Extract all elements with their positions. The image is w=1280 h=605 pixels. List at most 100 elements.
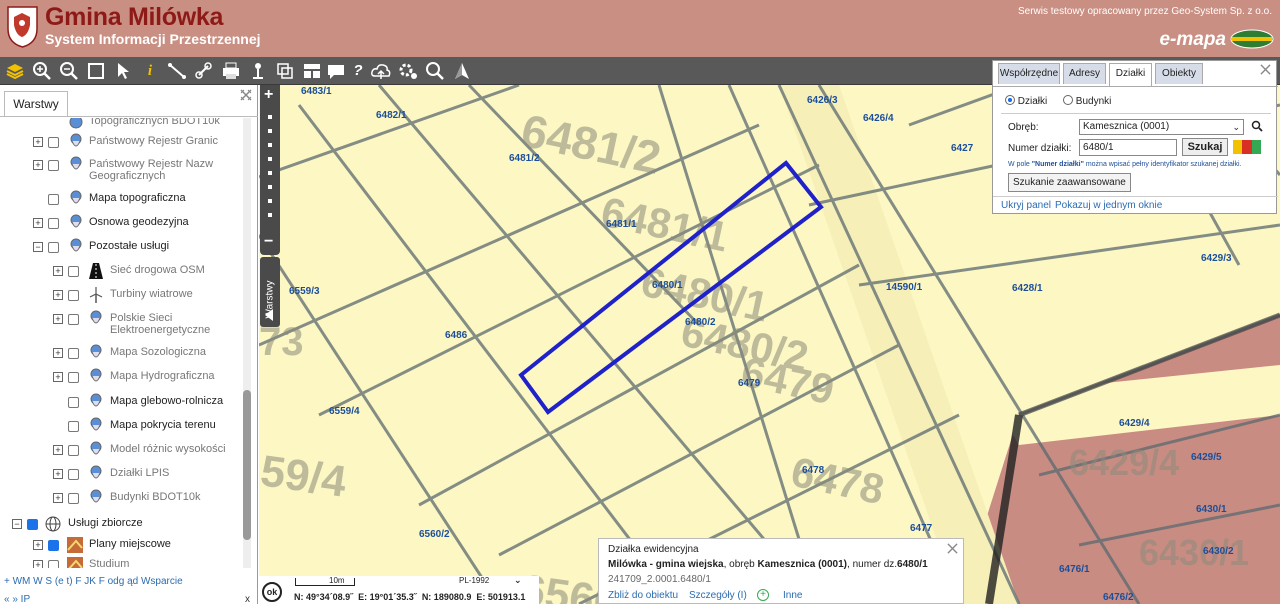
zoom-in-icon[interactable] bbox=[31, 60, 53, 82]
expand-icon[interactable]: + bbox=[53, 469, 63, 479]
expand-icon[interactable]: + bbox=[33, 218, 43, 228]
chevron-down-icon[interactable]: ⌄ bbox=[514, 575, 522, 586]
layer-checkbox[interactable] bbox=[68, 421, 79, 432]
copy-icon[interactable] bbox=[274, 60, 296, 82]
collapse-icon[interactable]: − bbox=[33, 242, 43, 252]
expand-icon[interactable]: + bbox=[33, 137, 43, 147]
expand-icon[interactable]: + bbox=[33, 560, 43, 568]
layer-checkbox[interactable] bbox=[68, 372, 79, 383]
layers-vertical-tab[interactable]: Warstwy bbox=[260, 257, 280, 327]
layer-row[interactable]: − Pozostałe usługi bbox=[0, 238, 244, 259]
hide-panel-link[interactable]: Ukryj panel bbox=[1001, 200, 1051, 211]
measure-distance-icon[interactable] bbox=[166, 60, 188, 82]
layer-checkbox[interactable] bbox=[68, 314, 79, 325]
layer-row[interactable]: + Budynki BDOT10k bbox=[0, 489, 244, 510]
layer-checkbox[interactable] bbox=[48, 218, 59, 229]
zoom-plus-icon[interactable]: + bbox=[264, 86, 273, 104]
north-icon[interactable] bbox=[451, 60, 473, 82]
layer-checkbox-checked[interactable] bbox=[27, 519, 38, 530]
search-map-icon[interactable] bbox=[424, 60, 446, 82]
close-sidebar-icon[interactable] bbox=[240, 89, 252, 104]
expand-icon[interactable]: + bbox=[33, 540, 43, 550]
tab-addresses[interactable]: Adresy bbox=[1063, 63, 1106, 84]
layer-row[interactable]: Topograficznych BDOT10k bbox=[0, 118, 244, 134]
layer-checkbox[interactable] bbox=[68, 348, 79, 359]
layer-row[interactable]: + Działki LPIS bbox=[0, 465, 244, 486]
single-window-link[interactable]: Pokazuj w jednym oknie bbox=[1055, 200, 1162, 211]
layer-checkbox[interactable] bbox=[68, 445, 79, 456]
expand-icon[interactable]: + bbox=[53, 372, 63, 382]
layer-checkbox[interactable] bbox=[68, 397, 79, 408]
layer-row[interactable]: + Plany miejscowe bbox=[0, 537, 244, 557]
layer-checkbox[interactable] bbox=[68, 469, 79, 480]
collapse-icon[interactable]: − bbox=[12, 519, 22, 529]
cloud-upload-icon[interactable] bbox=[370, 60, 392, 82]
layer-row[interactable]: − Usługi zbiorcze bbox=[0, 516, 244, 536]
radio-icon-selected[interactable] bbox=[1005, 95, 1015, 105]
tab-coordinates[interactable]: Współrzędne bbox=[998, 63, 1060, 84]
search-icon[interactable] bbox=[1251, 120, 1263, 135]
sidebar-bottom-links[interactable]: + WM W S (e t) F JK F odg ąd Wsparcie bbox=[4, 576, 254, 587]
layer-checkbox[interactable] bbox=[48, 160, 59, 171]
layer-row[interactable]: + Model różnic wysokości bbox=[0, 441, 244, 462]
expand-icon[interactable]: + bbox=[33, 160, 43, 170]
layer-checkbox[interactable] bbox=[68, 290, 79, 301]
layer-row[interactable]: + Sieć drogowa OSM bbox=[0, 263, 244, 283]
comment-icon[interactable] bbox=[325, 60, 347, 82]
zoom-ticks[interactable] bbox=[268, 115, 272, 225]
layer-row[interactable]: Mapa topograficzna bbox=[0, 190, 244, 211]
advanced-search-button[interactable]: Szukanie zaawansowane bbox=[1008, 173, 1131, 192]
close-info-icon[interactable] bbox=[947, 543, 958, 557]
help-icon[interactable]: ? bbox=[347, 60, 369, 82]
expand-icon[interactable]: + bbox=[53, 266, 63, 276]
layer-row[interactable]: + Polskie Sieci Elektroenergetyczne bbox=[0, 310, 244, 339]
tab-parcels[interactable]: Działki bbox=[1109, 63, 1152, 86]
search-button[interactable]: Szukaj bbox=[1182, 138, 1228, 156]
layer-checkbox[interactable] bbox=[68, 493, 79, 504]
layer-row[interactable]: + Państwowy Rejestr Nazw Geograficznych bbox=[0, 156, 244, 185]
color-picker-icon[interactable] bbox=[1233, 140, 1261, 154]
layer-row[interactable]: + Państwowy Rejestr Granic bbox=[0, 133, 244, 154]
layer-checkbox-checked[interactable] bbox=[48, 540, 59, 551]
zoom-minus-icon[interactable]: − bbox=[264, 233, 273, 251]
tab-layers[interactable]: Warstwy bbox=[4, 91, 68, 117]
select-arrow-icon[interactable] bbox=[112, 60, 134, 82]
obreb-select[interactable]: Kamesznica (0001) ⌄ bbox=[1079, 119, 1244, 135]
layers-icon[interactable] bbox=[4, 60, 26, 82]
full-extent-icon[interactable] bbox=[85, 60, 107, 82]
radio-icon[interactable] bbox=[1063, 95, 1073, 105]
zoom-slider[interactable]: + − bbox=[260, 85, 280, 255]
print-icon[interactable] bbox=[220, 60, 242, 82]
radio-buildings[interactable]: Budynki bbox=[1063, 95, 1111, 107]
settings-icon[interactable] bbox=[397, 60, 419, 82]
layer-checkbox[interactable] bbox=[48, 242, 59, 253]
layer-checkbox[interactable] bbox=[48, 560, 59, 568]
close-panel-icon[interactable] bbox=[1260, 64, 1271, 78]
parcel-number-input[interactable]: 6480/1 bbox=[1079, 139, 1177, 156]
other-link[interactable]: Inne bbox=[783, 590, 802, 601]
expand-icon[interactable]: + bbox=[53, 348, 63, 358]
layer-row[interactable]: + Mapa Hydrograficzna bbox=[0, 368, 244, 389]
layer-row[interactable]: Mapa pokrycia terenu bbox=[0, 417, 244, 438]
pin-icon[interactable] bbox=[247, 60, 269, 82]
expand-icon[interactable]: + bbox=[53, 493, 63, 503]
sidebar-scroll-thumb[interactable] bbox=[243, 390, 251, 540]
info-icon[interactable]: i bbox=[139, 60, 161, 82]
sidebar-bottom-links-2[interactable]: « » IP x bbox=[4, 594, 254, 605]
link-icon[interactable] bbox=[193, 60, 215, 82]
ok-button[interactable]: ok bbox=[262, 582, 282, 602]
layer-row[interactable]: Mapa glebowo-rolnicza bbox=[0, 393, 244, 414]
expand-icon[interactable]: + bbox=[53, 445, 63, 455]
expand-icon[interactable]: + bbox=[53, 290, 63, 300]
details-link[interactable]: Szczegóły (I) bbox=[689, 590, 747, 601]
layer-checkbox[interactable] bbox=[68, 266, 79, 277]
add-icon[interactable]: + bbox=[757, 589, 769, 601]
zoom-to-object-link[interactable]: Zbliż do obiektu bbox=[608, 590, 678, 601]
sidebar-bottom-links-2-text[interactable]: « » IP bbox=[4, 594, 30, 605]
layer-checkbox[interactable] bbox=[48, 194, 59, 205]
radio-parcels[interactable]: Działki bbox=[1005, 95, 1047, 107]
crs-select[interactable]: PL-1992 bbox=[459, 576, 489, 585]
layer-row[interactable]: + Turbiny wiatrowe bbox=[0, 287, 244, 307]
zoom-out-icon[interactable] bbox=[58, 60, 80, 82]
expand-icon[interactable]: + bbox=[53, 314, 63, 324]
